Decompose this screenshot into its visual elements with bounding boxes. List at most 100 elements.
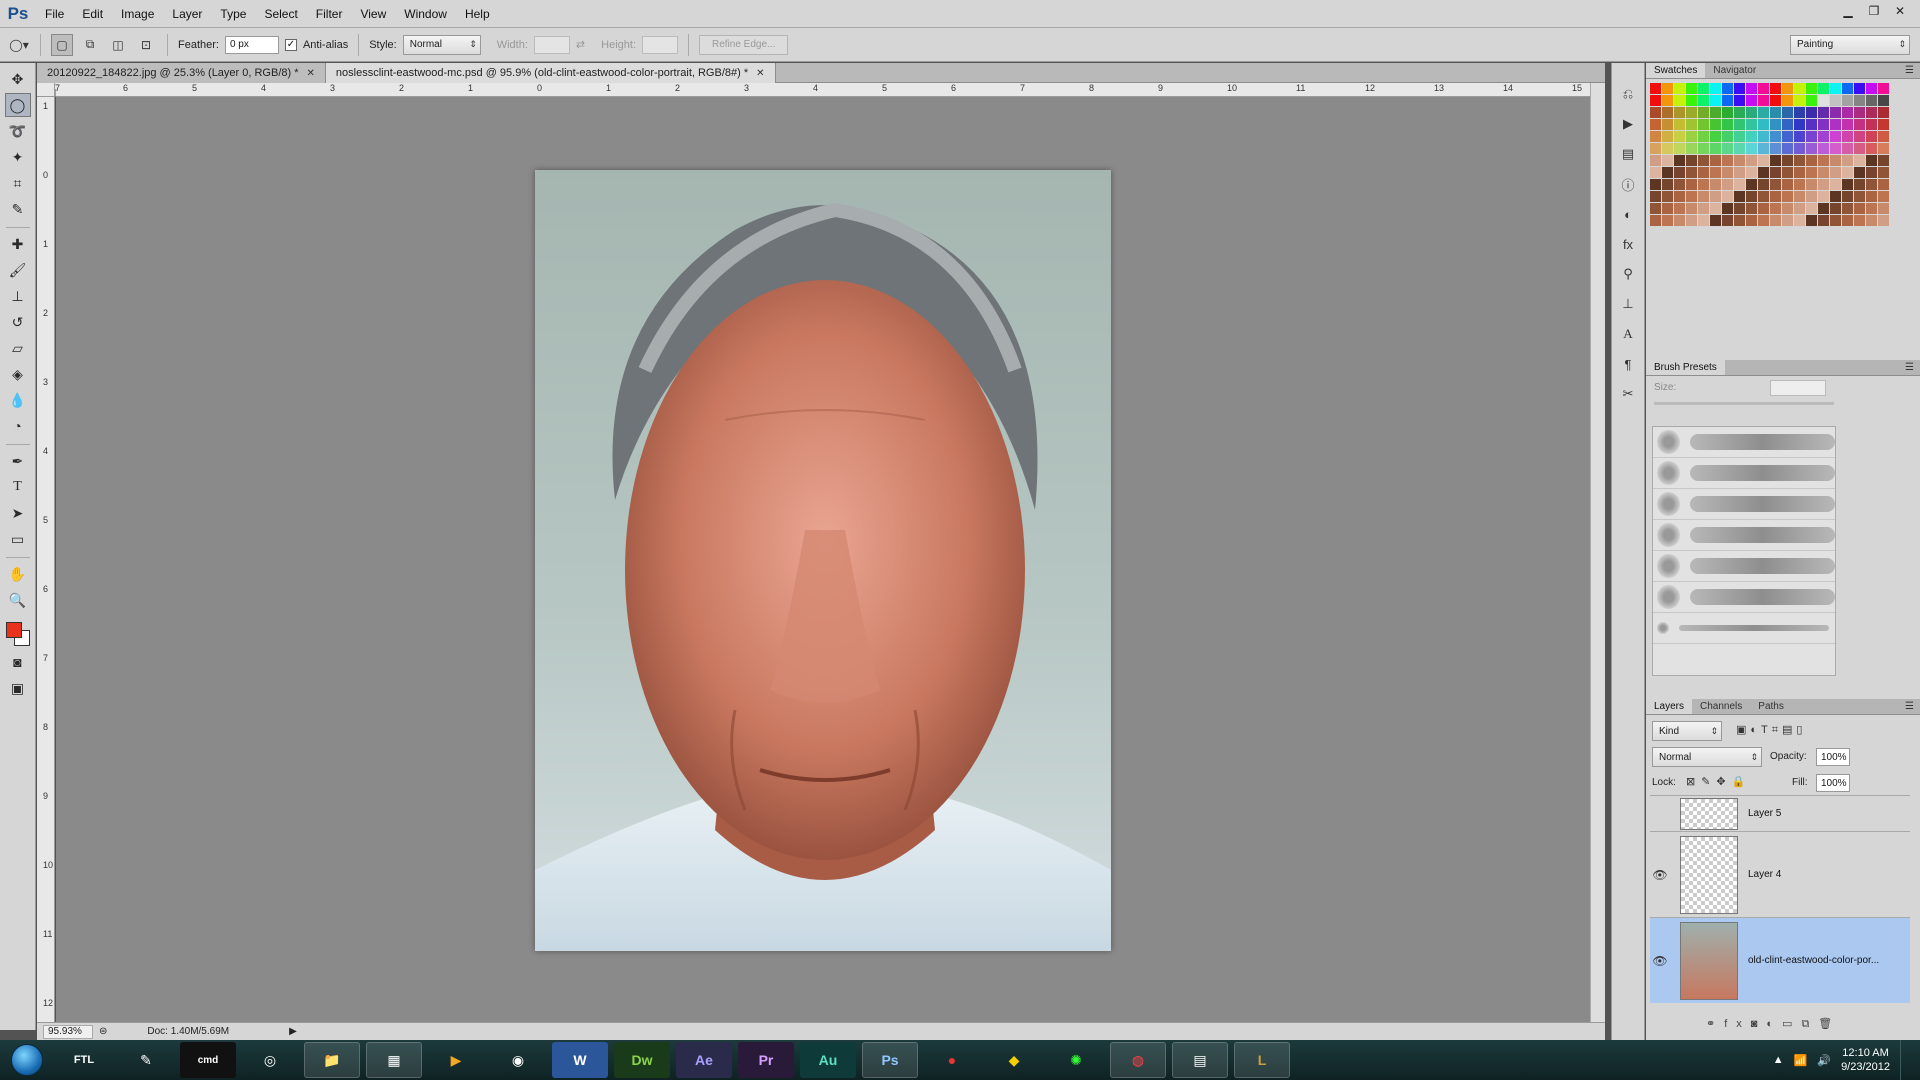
swatch[interactable]: [1830, 83, 1841, 94]
swatch[interactable]: [1854, 203, 1865, 214]
swatch[interactable]: [1710, 119, 1721, 130]
swatch[interactable]: [1866, 191, 1877, 202]
swatch[interactable]: [1830, 191, 1841, 202]
swatch[interactable]: [1686, 131, 1697, 142]
swatch[interactable]: [1770, 203, 1781, 214]
fill-input[interactable]: 100%: [1816, 774, 1850, 792]
eye-icon[interactable]: 👁: [1650, 868, 1670, 882]
swatch[interactable]: [1746, 107, 1757, 118]
swatch[interactable]: [1734, 107, 1745, 118]
swatch[interactable]: [1746, 179, 1757, 190]
swatch[interactable]: [1782, 191, 1793, 202]
type-tool-icon[interactable]: T: [5, 475, 31, 499]
swatch[interactable]: [1770, 83, 1781, 94]
swatch[interactable]: [1674, 83, 1685, 94]
swatch[interactable]: [1830, 119, 1841, 130]
swatch[interactable]: [1650, 203, 1661, 214]
swatch[interactable]: [1662, 191, 1673, 202]
menu-view[interactable]: View: [351, 0, 395, 28]
menu-image[interactable]: Image: [112, 0, 163, 28]
swatch[interactable]: [1806, 203, 1817, 214]
swatch[interactable]: [1782, 167, 1793, 178]
swatch[interactable]: [1650, 107, 1661, 118]
swatch[interactable]: [1710, 167, 1721, 178]
swatch[interactable]: [1758, 143, 1769, 154]
panel-menu-icon[interactable]: ☰: [1905, 362, 1914, 373]
tab-paths[interactable]: Paths: [1750, 699, 1792, 714]
swatch[interactable]: [1710, 155, 1721, 166]
swatch[interactable]: [1878, 119, 1889, 130]
swatch[interactable]: [1686, 95, 1697, 106]
brush-tool-icon[interactable]: 🖌: [5, 258, 31, 282]
swatch[interactable]: [1782, 143, 1793, 154]
swatch[interactable]: [1662, 95, 1673, 106]
swatch[interactable]: [1878, 203, 1889, 214]
document-tab-active[interactable]: noslessclint-eastwood-mc.psd @ 95.9% (ol…: [325, 63, 776, 83]
swatch[interactable]: [1734, 155, 1745, 166]
swatch[interactable]: [1770, 155, 1781, 166]
swatch[interactable]: [1686, 179, 1697, 190]
swatch[interactable]: [1818, 155, 1829, 166]
swatch[interactable]: [1746, 155, 1757, 166]
swatch[interactable]: [1842, 119, 1853, 130]
restore-button[interactable]: ❐: [1862, 2, 1886, 20]
brush-size-slider[interactable]: [1654, 402, 1834, 405]
swatch[interactable]: [1686, 143, 1697, 154]
swatch[interactable]: [1698, 203, 1709, 214]
swatch[interactable]: [1842, 155, 1853, 166]
swatch[interactable]: [1674, 167, 1685, 178]
feather-input[interactable]: 0 px: [224, 35, 279, 54]
swatch[interactable]: [1722, 95, 1733, 106]
swatch[interactable]: [1662, 215, 1673, 226]
brush-icon[interactable]: ⚲: [1616, 263, 1640, 285]
swatch[interactable]: [1830, 131, 1841, 142]
swatch[interactable]: [1854, 167, 1865, 178]
swatch[interactable]: [1866, 119, 1877, 130]
close-button[interactable]: ✕: [1888, 2, 1912, 20]
swatch[interactable]: [1686, 191, 1697, 202]
swatch[interactable]: [1878, 215, 1889, 226]
swatch[interactable]: [1674, 155, 1685, 166]
swatch[interactable]: [1722, 83, 1733, 94]
swatch[interactable]: [1878, 95, 1889, 106]
swatch[interactable]: [1758, 119, 1769, 130]
swatch[interactable]: [1674, 95, 1685, 106]
swatch[interactable]: [1770, 191, 1781, 202]
swatch[interactable]: [1698, 191, 1709, 202]
swatch[interactable]: [1830, 143, 1841, 154]
swatch[interactable]: [1830, 95, 1841, 106]
premiere-icon[interactable]: Pr: [738, 1042, 794, 1078]
layer-row[interactable]: Layer 5: [1650, 795, 1910, 831]
style-select[interactable]: Normal: [402, 34, 481, 55]
swatch[interactable]: [1758, 203, 1769, 214]
swatch[interactable]: [1710, 143, 1721, 154]
actions-icon[interactable]: ▶: [1616, 113, 1640, 135]
width-input[interactable]: [533, 35, 570, 54]
swatch[interactable]: [1746, 131, 1757, 142]
swatch[interactable]: [1794, 179, 1805, 190]
swatch[interactable]: [1650, 131, 1661, 142]
portrait-image[interactable]: [535, 170, 1111, 951]
swatch[interactable]: [1746, 215, 1757, 226]
minimize-button[interactable]: ▁: [1836, 2, 1860, 20]
swatch[interactable]: [1806, 107, 1817, 118]
paragraph-icon[interactable]: ¶: [1616, 353, 1640, 375]
swatch[interactable]: [1842, 191, 1853, 202]
swatch[interactable]: [1722, 119, 1733, 130]
swatch[interactable]: [1782, 107, 1793, 118]
layer-comps-icon[interactable]: ▤: [1616, 143, 1640, 165]
swatch[interactable]: [1770, 119, 1781, 130]
swatch[interactable]: [1650, 83, 1661, 94]
swatch[interactable]: [1746, 143, 1757, 154]
swatch[interactable]: [1770, 167, 1781, 178]
swatch[interactable]: [1734, 131, 1745, 142]
character-icon[interactable]: A: [1616, 323, 1640, 345]
swatch[interactable]: [1830, 215, 1841, 226]
tool-presets-icon[interactable]: ✂: [1616, 383, 1640, 405]
swatch[interactable]: [1866, 107, 1877, 118]
after-effects-icon[interactable]: Ae: [676, 1042, 732, 1078]
swatch[interactable]: [1806, 179, 1817, 190]
tray-expand-icon[interactable]: ▲: [1773, 1054, 1784, 1066]
swatch[interactable]: [1650, 119, 1661, 130]
swatch[interactable]: [1818, 203, 1829, 214]
